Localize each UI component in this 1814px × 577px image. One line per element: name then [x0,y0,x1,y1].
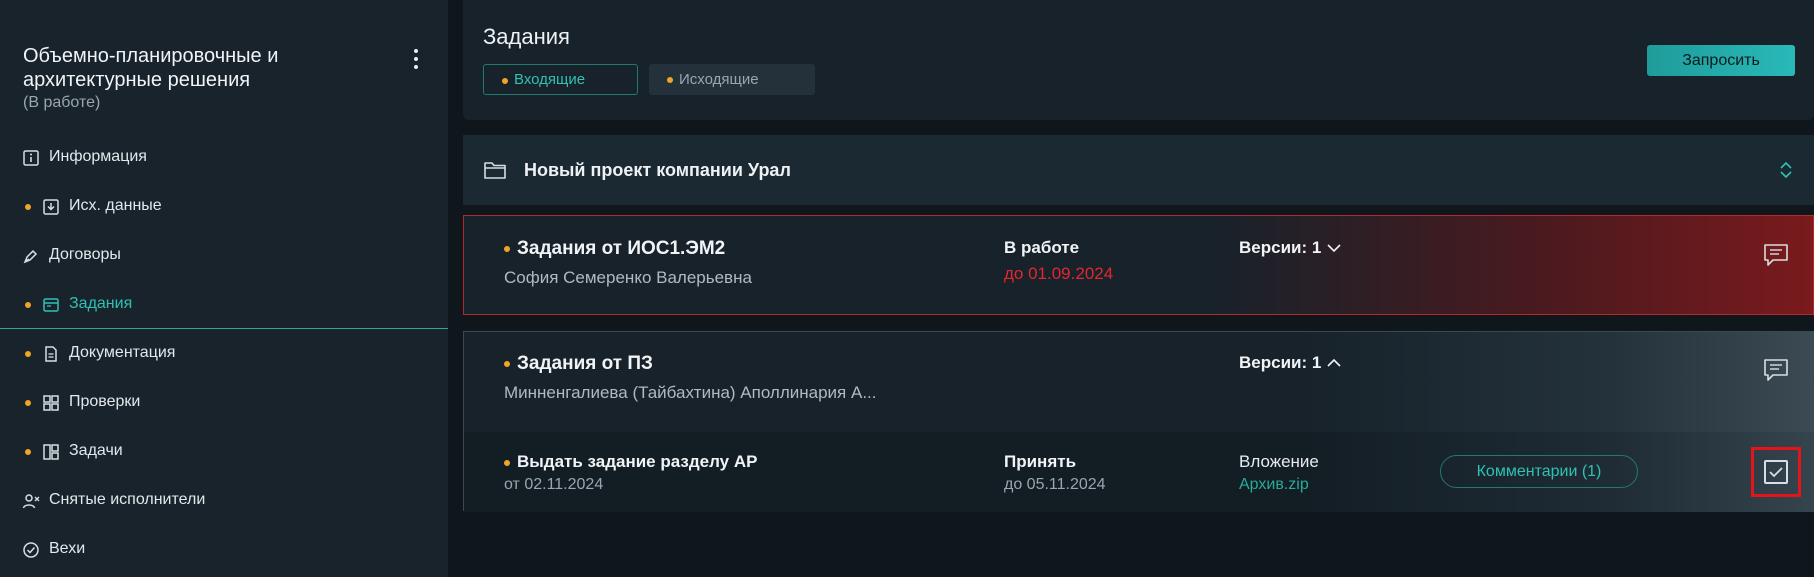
versions-toggle[interactable]: Версии: 1 [1239,353,1341,373]
notification-dot [25,351,31,357]
sidebar-item-label: Информация [49,148,147,165]
tab-label: Исходящие [679,71,759,88]
checkmark-icon [1769,467,1783,478]
sidebar-item-source-data[interactable]: Исх. данные [0,183,448,231]
folder-icon [483,159,507,181]
tab-outgoing[interactable]: Исходящие [649,64,815,95]
header-card: Задания Входящие Исходящие Запросить [463,0,1814,120]
chevron-down-icon [1327,238,1341,258]
sidebar-item-milestones[interactable]: Вехи [0,526,448,574]
comments-button[interactable]: Комментарии (1) [1440,455,1638,488]
attachment-link[interactable]: Архив.zip [1239,476,1309,494]
sidebar-item-label: Исх. данные [69,197,162,214]
notification-dot [25,302,31,308]
sidebar-item-label: Проверки [69,393,141,410]
subtask-deadline: до 05.11.2024 [1004,476,1106,493]
project-name: Новый проект компании Урал [524,160,791,180]
notification-dot [25,400,31,406]
app-root: Объемно-планировочные и архитектурные ре… [0,0,1814,577]
document-icon [42,345,60,363]
sidebar-item-tasks[interactable]: Задания [0,281,448,329]
notification-dot [504,246,510,252]
task-author: София Семеренко Валерьевна [504,268,752,287]
task-card[interactable]: Задания от ПЗ Минненгалиева (Тайбахтина)… [463,331,1814,512]
project-status: (В работе) [23,94,101,111]
subtask-date: от 02.11.2024 [504,476,604,493]
page-title: Задания [483,24,570,49]
sidebar-item-label: Договоры [49,246,121,263]
chat-icon[interactable] [1763,358,1789,382]
versions-label: Версии: 1 [1239,353,1322,372]
grid-icon [42,394,60,412]
tab-incoming[interactable]: Входящие [483,64,638,95]
sidebar-item-label: Документация [69,344,176,361]
sidebar-item-documentation[interactable]: Документация [0,330,448,378]
task-title: Задания от ПЗ [517,353,653,374]
attachment-label: Вложение [1239,452,1319,471]
user-remove-icon [22,492,40,510]
sidebar: Объемно-планировочные и архитектурные ре… [0,0,448,577]
sidebar-item-contracts[interactable]: Договоры [0,232,448,280]
request-button[interactable]: Запросить [1647,45,1795,76]
expand-collapse-icon[interactable] [1776,160,1796,180]
sidebar-item-info[interactable]: Информация [0,134,448,182]
chevron-up-icon [1327,353,1341,373]
info-icon [22,149,40,167]
subtask-status: Принять [1004,452,1077,471]
task-title: Задания от ИОС1.ЭМ2 [517,238,726,259]
chat-icon[interactable] [1763,243,1789,267]
window-icon [42,296,60,314]
check-circle-icon [22,541,40,559]
notification-dot [502,78,508,84]
task-deadline: до 01.09.2024 [1004,264,1114,283]
task-author: Минненгалиева (Тайбахтина) Аполлинария А… [504,383,877,402]
sidebar-item-label: Задачи [69,442,123,459]
task-card[interactable]: Задания от ИОС1.ЭМ2 София Семеренко Вале… [463,215,1814,315]
kebab-menu-icon[interactable] [405,47,427,71]
pen-icon [22,247,40,265]
notification-dot [25,204,31,210]
subtask-row[interactable]: Выдать задание разделу АР от 02.11.2024 … [464,432,1814,512]
sidebar-item-todo[interactable]: Задачи [0,428,448,476]
download-icon [42,198,60,216]
accept-checkbox[interactable] [1751,447,1801,497]
tab-label: Входящие [514,71,586,88]
sidebar-item-label: Снятые исполнители [49,491,206,508]
project-row[interactable]: Новый проект компании Урал [463,135,1814,205]
subtask-title: Выдать задание разделу АР [517,452,758,471]
sidebar-item-label: Вехи [49,540,86,557]
sidebar-item-checks[interactable]: Проверки [0,379,448,427]
task-status: В работе [1004,238,1080,257]
project-title: Объемно-планировочные и архитектурные ре… [23,45,279,91]
sidebar-item-removed-executors[interactable]: Снятые исполнители [0,477,448,525]
versions-label: Версии: 1 [1239,238,1322,257]
board-icon [42,443,60,461]
versions-toggle[interactable]: Версии: 1 [1239,238,1341,258]
notification-dot [504,460,510,466]
notification-dot [25,449,31,455]
sidebar-item-label: Задания [69,295,133,312]
notification-dot [667,77,673,83]
checkbox-square [1764,460,1788,484]
notification-dot [504,361,510,367]
